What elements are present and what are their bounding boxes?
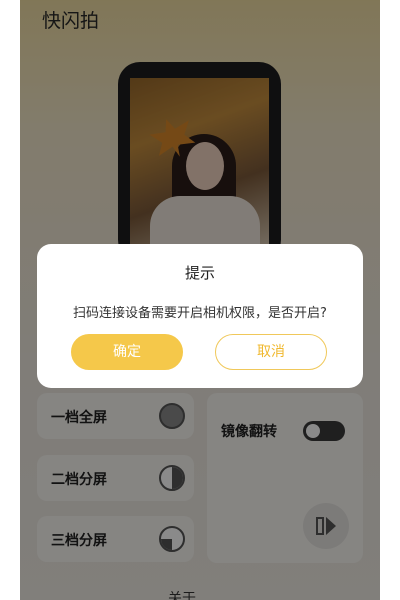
dialog-message: 扫码连接设备需要开启相机权限，是否开启? [73,306,327,321]
dialog-title: 提示 [184,264,215,282]
cancel-button[interactable]: 取消 [215,334,327,370]
permission-dialog: 提示 扫码连接设备需要开启相机权限，是否开启? 确定 取消 [37,244,363,388]
confirm-button[interactable]: 确定 [71,334,183,370]
